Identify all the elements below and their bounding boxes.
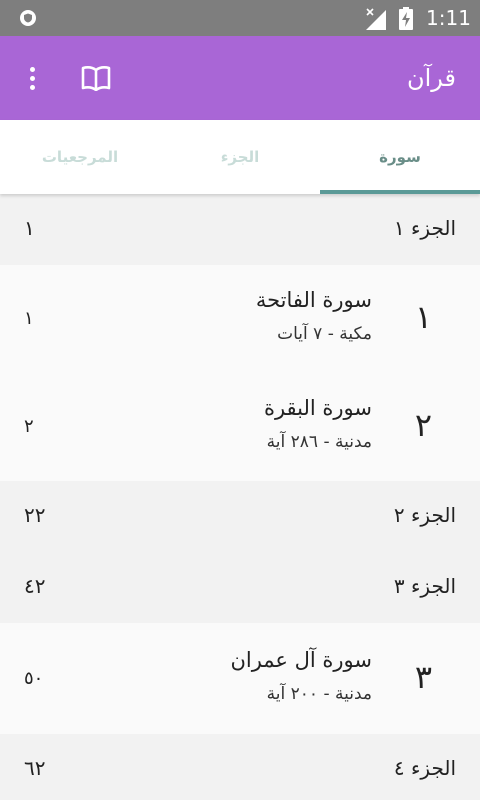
juz-row[interactable]: الجزء ١ ١ [0, 194, 480, 265]
status-time: 1:11 [426, 6, 471, 30]
juz-label: الجزء ٣ [393, 574, 456, 598]
tab-bar: سورة الجزء المرجعيات [0, 120, 480, 194]
page-number: ٢٢ [24, 503, 46, 527]
tab-indicator [320, 190, 480, 194]
surah-info: مدنية - ٢٨٦ آية [266, 432, 372, 452]
juz-row[interactable]: الجزء ٣ ٤٢ [0, 552, 480, 623]
tab-surah[interactable]: سورة [320, 120, 480, 194]
battery-charging-icon [399, 7, 413, 30]
surah-row[interactable]: ٣ سورة آل عمران مدنية - ٢٠٠ آية ٥٠ [0, 625, 480, 733]
app-title: قرآن [406, 64, 456, 92]
signal-icon [366, 8, 386, 30]
surah-row[interactable]: ١ سورة الفاتحة مكية - ٧ آيات ١ [0, 265, 480, 373]
page-number: ٥٠ [24, 668, 44, 689]
page-number: ١ [24, 216, 35, 240]
status-bar: 1:11 [0, 0, 480, 36]
surah-name: سورة البقرة [263, 396, 372, 420]
surah-info: مكية - ٧ آيات [277, 324, 372, 344]
surah-number: ٢ [414, 406, 432, 444]
shield-icon [20, 10, 36, 26]
juz-row[interactable]: الجزء ٤ ٦٢ [0, 734, 480, 800]
tab-bookmarks[interactable]: المرجعيات [0, 120, 160, 194]
page-number: ٦٢ [24, 756, 46, 780]
page-number: ٤٢ [24, 574, 46, 598]
page-number: ٢ [24, 416, 34, 437]
juz-label: الجزء ١ [393, 216, 456, 240]
surah-info: مدنية - ٢٠٠ آية [266, 684, 372, 704]
surah-row[interactable]: ٢ سورة البقرة مدنية - ٢٨٦ آية ٢ [0, 373, 480, 481]
surah-number: ٣ [414, 658, 432, 696]
book-icon[interactable] [81, 65, 111, 91]
surah-number: ١ [414, 298, 432, 336]
app-bar: قرآن [0, 36, 480, 120]
surah-name: سورة آل عمران [230, 648, 372, 672]
juz-row[interactable]: الجزء ٢ ٢٢ [0, 481, 480, 552]
tab-juz[interactable]: الجزء [160, 120, 320, 194]
more-vert-icon[interactable] [20, 62, 44, 94]
page-number: ١ [24, 308, 34, 329]
juz-label: الجزء ٢ [393, 503, 456, 527]
juz-label: الجزء ٤ [393, 756, 456, 780]
surah-name: سورة الفاتحة [255, 288, 372, 312]
